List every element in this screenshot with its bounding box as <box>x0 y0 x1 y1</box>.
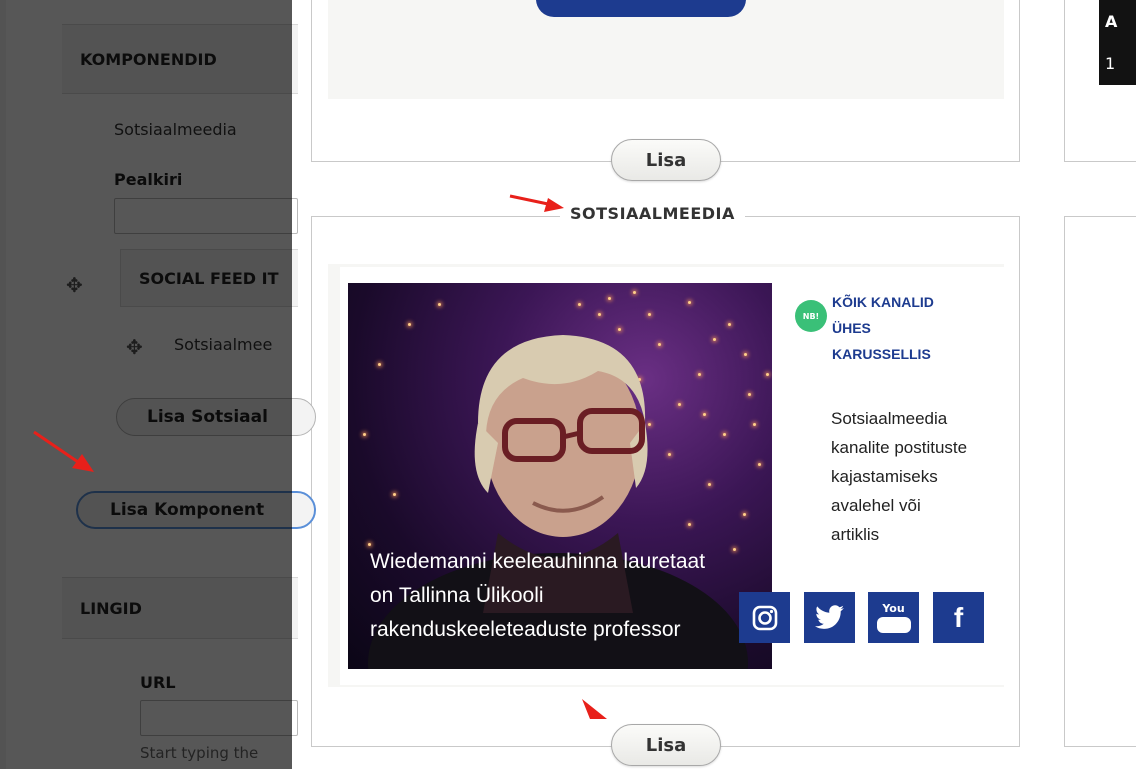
components-section-header[interactable]: KOMPONENDID <box>62 24 298 94</box>
promo-desc-line: avalehel või <box>831 496 921 515</box>
drag-handle-icon[interactable]: ✥ <box>126 335 143 359</box>
caption-line: on Tallinna Ülikooli <box>370 584 544 607</box>
instagram-icon[interactable] <box>739 592 790 643</box>
section-title-sotsiaalmeedia: SOTSIAALMEEDIA <box>560 204 745 223</box>
url-field[interactable] <box>140 700 298 736</box>
promo-desc-line: kanalite postituste <box>831 438 968 457</box>
twitter-icon[interactable] <box>804 592 855 643</box>
social-feed-items-header[interactable]: SOCIAL FEED IT <box>120 249 298 307</box>
promo-desc-line: kajastamiseks <box>831 467 938 486</box>
annotation-arrow-bottom <box>582 699 607 719</box>
add-component-button[interactable]: Lisa Komponent <box>76 491 316 529</box>
facebook-icon[interactable]: f <box>933 592 984 643</box>
promo-desc-line: artiklis <box>831 525 880 544</box>
youtube-icon-label: You <box>882 601 905 615</box>
right-top-card: A 1 <box>1064 0 1136 162</box>
bottom-add-button[interactable]: Lisa <box>611 724 721 766</box>
promo-title: KÕIK KANALID ÜHES KARUSSELLIS <box>832 289 934 367</box>
promo-title-line: KÕIK KANALID <box>832 294 934 310</box>
promo-desc-line: Sotsiaalmeedia <box>831 409 948 428</box>
top-add-button[interactable]: Lisa <box>611 139 721 181</box>
screenshot-stage: Lisa A 1 SOTSIAALMEEDIA Wiedemanni keele… <box>0 0 1136 769</box>
component-type-label: Sotsiaalmeedia <box>114 120 237 139</box>
youtube-icon[interactable]: You <box>868 592 919 643</box>
photo-caption: Wiedemanni keeleauhinna lauretaat on Tal… <box>370 545 750 647</box>
component-editor-panel: KOMPONENDID Sotsiaalmeedia Pealkiri ✥ SO… <box>0 0 316 769</box>
add-social-item-button[interactable]: Lisa Sotsiaal <box>116 398 316 436</box>
facebook-icon-glyph: f <box>953 601 964 633</box>
promo-title-line: ÜHES <box>832 320 871 336</box>
annotation-arrow-title <box>509 194 564 212</box>
right-preview-number: 1 <box>1105 54 1116 73</box>
url-field-hint: Start typing the <box>140 744 259 762</box>
title-field[interactable] <box>114 198 298 234</box>
annotation-arrow-add-component <box>33 430 94 472</box>
right-top-card-preview: A 1 <box>1099 0 1136 85</box>
caption-line: rakenduskeeleteaduste professor <box>370 618 681 641</box>
promo-title-line: KARUSSELLIS <box>832 346 931 362</box>
top-component-card <box>311 0 1020 162</box>
nb-badge: NB! <box>795 300 827 332</box>
top-card-blue-button[interactable] <box>536 0 746 17</box>
url-field-label: URL <box>140 673 176 692</box>
title-field-label: Pealkiri <box>114 170 183 189</box>
social-feed-item-label: Sotsiaalmee <box>174 335 273 354</box>
drag-handle-icon[interactable]: ✥ <box>66 273 83 297</box>
links-section-header[interactable]: LINGID <box>62 577 298 639</box>
promo-description: Sotsiaalmeedia kanalite postituste kajas… <box>831 404 967 549</box>
caption-line: Wiedemanni keeleauhinna lauretaat <box>370 550 706 573</box>
youtube-icon-tube <box>876 616 911 633</box>
right-preview-title: A <box>1105 12 1118 31</box>
right-bottom-card <box>1064 216 1136 747</box>
preview-photo: Wiedemanni keeleauhinna lauretaat on Tal… <box>348 283 772 669</box>
